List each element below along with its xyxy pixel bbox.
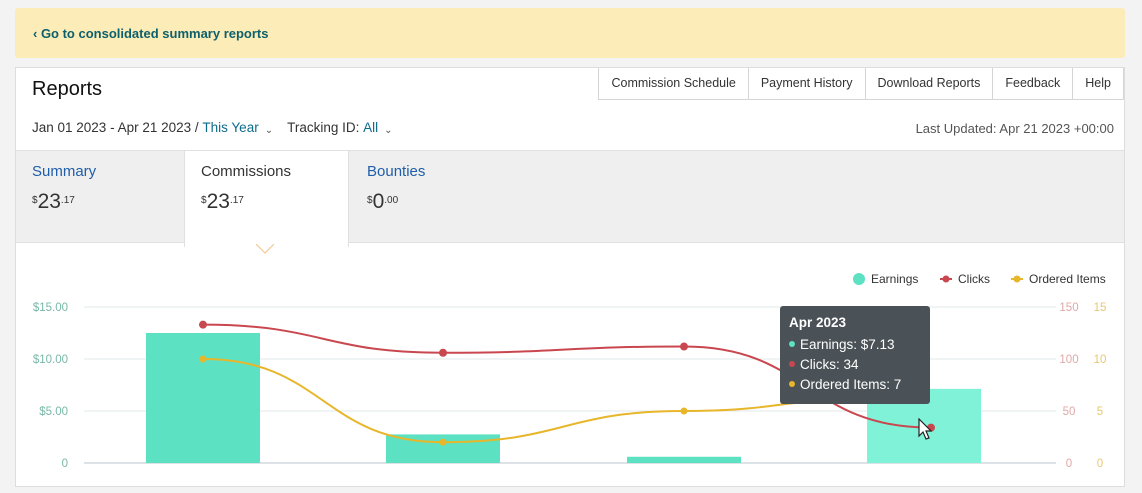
amount-cents: .17 xyxy=(229,195,244,206)
amount-whole: 23 xyxy=(206,190,230,213)
tooltip-title: Apr 2023 xyxy=(789,315,847,330)
tab-label: Commissions xyxy=(201,163,292,180)
page-title: Reports xyxy=(32,78,103,100)
tab-bounties[interactable]: Bounties $0.00 xyxy=(351,151,551,244)
clicks-point xyxy=(439,348,447,357)
consolidated-reports-banner: ‹ Go to consolidated summary reports xyxy=(15,8,1125,58)
reports-top-nav: Commission Schedule Payment History Down… xyxy=(598,68,1124,100)
y-right-outer-tick-label: 0 xyxy=(1066,458,1072,470)
ordered-dot-icon xyxy=(789,381,795,387)
date-range-text: Jan 01 2023 - Apr 21 2023 / xyxy=(32,120,199,135)
summary-amount: $23.17 xyxy=(32,190,168,214)
y-left-tick-label: 0 xyxy=(62,458,68,470)
y-right-inner-tick-label: 5 xyxy=(1097,406,1103,418)
bounties-amount: $0.00 xyxy=(367,190,535,214)
chart-tooltip: Apr 2023 Earnings: $7.13 Clicks: 34 Orde… xyxy=(780,306,930,404)
tooltip-row-ordered: Ordered Items: 7 xyxy=(789,374,921,394)
earnings-bar xyxy=(627,456,741,463)
feedback-button[interactable]: Feedback xyxy=(993,68,1074,100)
download-reports-button[interactable]: Download Reports xyxy=(865,68,994,100)
date-range-dropdown[interactable]: This Year ⌄ xyxy=(202,120,274,136)
ordered-items-line xyxy=(202,358,877,444)
clicks-point xyxy=(199,320,207,329)
y-left-tick-label: $10.00 xyxy=(33,354,68,366)
amount-cents: .00 xyxy=(384,195,399,206)
consolidated-reports-link[interactable]: ‹ Go to consolidated summary reports xyxy=(33,26,269,41)
ordered-items-point xyxy=(680,407,688,415)
y-right-outer-tick-label: 100 xyxy=(1059,354,1078,366)
legend-earnings-label: Earnings xyxy=(871,272,918,286)
date-range-preset: This Year xyxy=(202,120,259,135)
commission-schedule-button[interactable]: Commission Schedule xyxy=(598,68,749,100)
y-left-tick-label: $5.00 xyxy=(39,406,68,418)
help-button[interactable]: Help xyxy=(1073,68,1124,100)
legend-clicks-label: Clicks xyxy=(958,272,990,286)
ordered-items-point xyxy=(439,438,447,446)
chart-svg: Earnings Clicks Ordered Items $15.00 $10.… xyxy=(33,272,1107,470)
earnings-dot-icon xyxy=(789,341,795,347)
tab-label: Summary xyxy=(32,163,97,180)
clicks-dot-icon xyxy=(789,361,795,367)
tooltip-row-earnings: Earnings: $7.13 xyxy=(789,334,921,354)
y-right-inner-tick-label: 0 xyxy=(1097,458,1103,470)
earnings-chart: Earnings Clicks Ordered Items $15.00 $10.… xyxy=(16,258,1126,488)
tracking-id-label: Tracking ID: xyxy=(287,120,360,135)
amount-whole: 23 xyxy=(37,190,61,213)
ordered-items-point xyxy=(199,355,207,363)
y-right-inner-tick-label: 15 xyxy=(1094,302,1107,314)
earnings-bar xyxy=(146,333,260,463)
legend-ordered-label: Ordered Items xyxy=(1029,272,1106,286)
y-right-inner-tick-label: 10 xyxy=(1094,354,1107,366)
tab-commissions[interactable]: Commissions $23.17 xyxy=(184,151,349,247)
y-left-tick-label: $15.00 xyxy=(33,302,68,314)
amount-whole: 0 xyxy=(372,190,385,213)
chevron-down-icon: ⌄ xyxy=(384,125,393,136)
report-filters: Jan 01 2023 - Apr 21 2023 / This Year ⌄ T… xyxy=(32,120,393,136)
legend-ordered-marker xyxy=(1013,275,1021,283)
mouse-cursor-icon xyxy=(918,418,932,440)
clicks-point xyxy=(680,342,688,351)
commissions-amount: $23.17 xyxy=(201,190,332,214)
tooltip-row-clicks: Clicks: 34 xyxy=(789,354,921,374)
tooltip-ordered-text: Ordered Items: 7 xyxy=(800,376,902,392)
report-tabs: Summary $23.17 Commissions $23.17 Bounti… xyxy=(16,150,1124,247)
reports-card: Reports Commission Schedule Payment Hist… xyxy=(15,67,1125,487)
tooltip-clicks-text: Clicks: 34 xyxy=(800,356,859,372)
amount-cents: .17 xyxy=(60,195,75,206)
tooltip-earnings-text: Earnings: $7.13 xyxy=(800,336,895,352)
tracking-id-dropdown[interactable]: All ⌄ xyxy=(363,120,393,136)
tracking-id-value: All xyxy=(363,120,379,135)
chart-legend: Earnings Clicks Ordered Items xyxy=(853,272,1106,286)
legend-clicks-marker xyxy=(942,275,950,283)
chevron-down-icon: ⌄ xyxy=(264,125,274,136)
last-updated-text: Last Updated: Apr 21 2023 +00:00 xyxy=(915,121,1114,136)
y-right-outer-tick-label: 50 xyxy=(1063,406,1076,418)
y-right-outer-tick-label: 150 xyxy=(1059,302,1078,314)
tab-label: Bounties xyxy=(367,163,426,180)
tab-summary[interactable]: Summary $23.17 xyxy=(16,151,184,244)
payment-history-button[interactable]: Payment History xyxy=(748,68,866,100)
legend-earnings-marker xyxy=(853,273,865,285)
